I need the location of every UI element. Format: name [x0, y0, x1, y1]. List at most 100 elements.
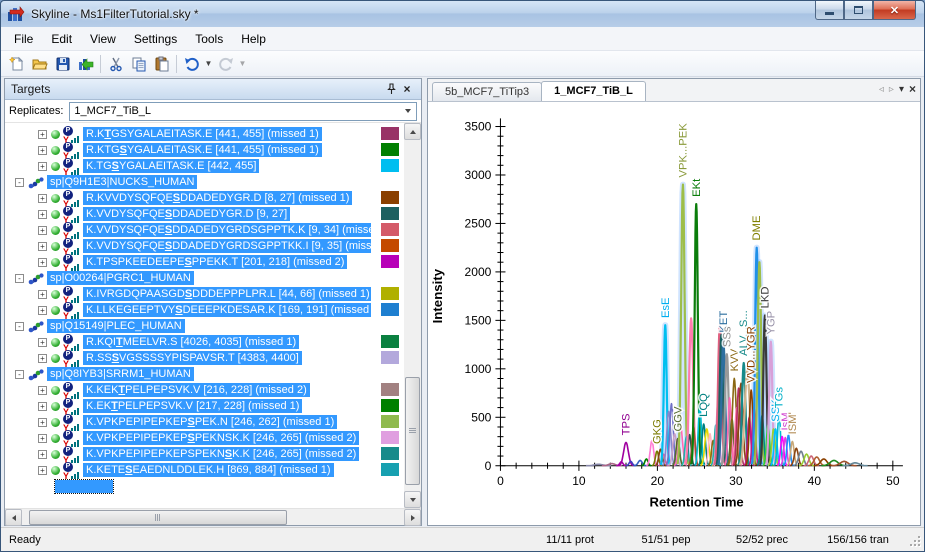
toolbar-separator [176, 55, 177, 73]
peptide-row[interactable]: +PYK.VPKPEPIPEPKEPSPEKNSK.K [246, 265] (… [5, 446, 404, 462]
copy-button[interactable] [127, 53, 150, 75]
tree-horizontal-scrollbar[interactable] [5, 508, 421, 525]
tab-scroll-left-icon[interactable]: ◃ [879, 84, 884, 95]
new-node-placeholder[interactable] [55, 480, 113, 493]
tree-vertical-scrollbar[interactable] [404, 123, 421, 508]
expand-icon[interactable]: + [38, 306, 47, 315]
new-node-stub[interactable] [5, 478, 404, 494]
scroll-left-button[interactable] [5, 509, 22, 526]
peptide-row[interactable]: +PYR.KQITMEELVR.S [4026, 4035] (missed 1… [5, 334, 404, 350]
protein-row[interactable]: -sp|Q8IYB3|SRRM1_HUMAN [5, 366, 404, 382]
menu-file[interactable]: File [5, 28, 42, 50]
expand-icon[interactable]: + [38, 402, 47, 411]
peptide-row[interactable]: +PYK.VVDYSQFQESDDADEDYGR.D [9, 27] [5, 206, 404, 222]
scroll-thumb[interactable] [29, 510, 287, 525]
peptide-row[interactable]: +PYK.LLKEGEEPTVYSDEEEPKDESAR.K [169, 191… [5, 302, 404, 318]
peptide-row[interactable]: +PYR.KTGSYGALAEITASK.E [441, 455] (misse… [5, 142, 404, 158]
resize-grip[interactable] [908, 534, 920, 546]
tab-1_MCF7_TiB_L[interactable]: 1_MCF7_TiB_L [541, 81, 646, 101]
new-document-button[interactable] [5, 53, 28, 75]
peptide-row[interactable]: +PYR.SSSVGSSSSYPISPAVSR.T [4383, 4400] [5, 350, 404, 366]
peptide-icon: PY [63, 207, 80, 222]
protein-row[interactable]: -sp|Q15149|PLEC_HUMAN [5, 318, 404, 334]
open-file-button[interactable] [28, 53, 51, 75]
tab-close-icon[interactable]: × [909, 82, 916, 96]
expand-icon[interactable]: + [38, 354, 47, 363]
tab-scroll-right-icon[interactable]: ▹ [889, 84, 894, 95]
menu-tools[interactable]: Tools [186, 28, 232, 50]
expand-icon[interactable]: + [38, 130, 47, 139]
expand-icon[interactable]: + [38, 210, 47, 219]
chromatogram-chart[interactable]: 050010001500200025003000350001020304050R… [428, 102, 920, 525]
expand-icon[interactable]: + [38, 242, 47, 251]
peptide-row[interactable]: +PYK.VVDYSQFQESDDADEDYGRDSGPPTKK.I [9, 3… [5, 238, 404, 254]
undo-dropdown[interactable]: ▼ [203, 53, 214, 75]
collapse-icon[interactable]: - [15, 322, 24, 331]
import-results-button[interactable] [74, 53, 97, 75]
expand-icon[interactable]: + [38, 386, 47, 395]
close-button[interactable]: ✕ [873, 1, 916, 20]
expand-icon[interactable]: + [38, 450, 47, 459]
replicates-combobox[interactable]: 1_MCF7_TiB_L [69, 102, 417, 121]
peptide-status-icon [51, 418, 60, 427]
expand-icon[interactable]: + [38, 418, 47, 427]
peptide-row[interactable]: +PYK.KEKTPELPEPSVK.V [216, 228] (missed … [5, 382, 404, 398]
peptide-row[interactable]: +PYK.IVRGDQPAASGDSDDDEPPPLPR.L [44, 66] … [5, 286, 404, 302]
menu-edit[interactable]: Edit [42, 28, 81, 50]
collapse-icon[interactable]: - [15, 178, 24, 187]
paste-button[interactable] [150, 53, 173, 75]
menu-help[interactable]: Help [232, 28, 275, 50]
redo-dropdown[interactable]: ▼ [237, 53, 248, 75]
cut-button[interactable] [104, 53, 127, 75]
redo-button[interactable] [214, 53, 237, 75]
expand-icon[interactable]: + [38, 466, 47, 475]
peptide-row[interactable]: +PYK.KETESEAEDNLDDLEK.H [869, 884] (miss… [5, 462, 404, 478]
protein-icon [28, 368, 44, 381]
peptide-icon: PY [63, 383, 80, 398]
scroll-up-button[interactable] [404, 123, 421, 140]
tab-menu-icon[interactable]: ▾ [899, 84, 904, 95]
targets-header[interactable]: Targets × [5, 79, 421, 100]
pin-icon[interactable] [383, 81, 399, 97]
peptide-row[interactable]: +PYK.VPKPEPIPEPKEPSPEK.N [246, 262] (mis… [5, 414, 404, 430]
peptide-sequence: K.VVDYSQFQESDDADEDYGRDSGPPTK.K [9, 34] (… [83, 223, 371, 237]
peptide-row[interactable]: +PYK.TGSYGALAEITASK.E [442, 455] [5, 158, 404, 174]
expand-icon[interactable]: + [38, 194, 47, 203]
expand-icon[interactable]: + [38, 434, 47, 443]
peptide-sequence: K.VPKPEPIPEPKEPSPEKNSK.K [246, 265] (mis… [83, 431, 359, 445]
menu-view[interactable]: View [81, 28, 125, 50]
peptide-sequence: K.IVRGDQPAASGDSDDDEPPPLPR.L [44, 66] (mi… [83, 287, 371, 301]
minimize-button[interactable] [815, 1, 844, 20]
peptide-row[interactable]: +PYR.KVVDYSQFQESDDADEDYGR.D [8, 27] (mis… [5, 190, 404, 206]
title-bar[interactable]: Skyline - Ms1FilterTutorial.sky * ✕ [1, 1, 924, 27]
peptide-row[interactable]: +PYK.EKTPELPEPSVK.V [217, 228] (missed 1… [5, 398, 404, 414]
peptide-sequence: R.KTGSYGALAEITASK.E [441, 455] (missed 1… [83, 127, 322, 141]
expand-icon[interactable]: + [38, 226, 47, 235]
protein-row[interactable]: -sp|Q9H1E3|NUCKS_HUMAN [5, 174, 404, 190]
scroll-down-button[interactable] [404, 491, 421, 508]
peptide-row[interactable]: +PYK.VPKPEPIPEPKEPSPEKNSK.K [246, 265] (… [5, 430, 404, 446]
undo-button[interactable] [180, 53, 203, 75]
peptide-icon: PY [63, 239, 80, 254]
peptide-color-swatch [381, 159, 399, 172]
scroll-right-button[interactable] [404, 509, 421, 526]
protein-row[interactable]: -sp|O00264|PGRC1_HUMAN [5, 270, 404, 286]
expand-icon[interactable]: + [38, 290, 47, 299]
peptide-row[interactable]: +PYK.TPSPKEEDEEPESPPEKK.T [201, 218] (mi… [5, 254, 404, 270]
close-panel-icon[interactable]: × [399, 81, 415, 97]
expand-icon[interactable]: + [38, 338, 47, 347]
tab-5b_MCF7_TiTip3[interactable]: 5b_MCF7_TiTip3 [432, 82, 542, 101]
peptide-row[interactable]: +PYK.VVDYSQFQESDDADEDYGRDSGPPTK.K [9, 34… [5, 222, 404, 238]
expand-icon[interactable]: + [38, 146, 47, 155]
dock-area: Targets × Replicates: 1_MCF7_TiB_L +PYR.… [1, 77, 924, 527]
expand-icon[interactable]: + [38, 162, 47, 171]
collapse-icon[interactable]: - [15, 370, 24, 379]
peptide-row[interactable]: +PYR.KTGSYGALAEITASK.E [441, 455] (misse… [5, 126, 404, 142]
scroll-thumb[interactable] [405, 377, 420, 485]
menu-settings[interactable]: Settings [125, 28, 186, 50]
maximize-button[interactable] [844, 1, 873, 20]
collapse-icon[interactable]: - [15, 274, 24, 283]
expand-icon[interactable]: + [38, 258, 47, 267]
chevron-down-icon[interactable] [400, 103, 416, 120]
save-file-button[interactable] [51, 53, 74, 75]
